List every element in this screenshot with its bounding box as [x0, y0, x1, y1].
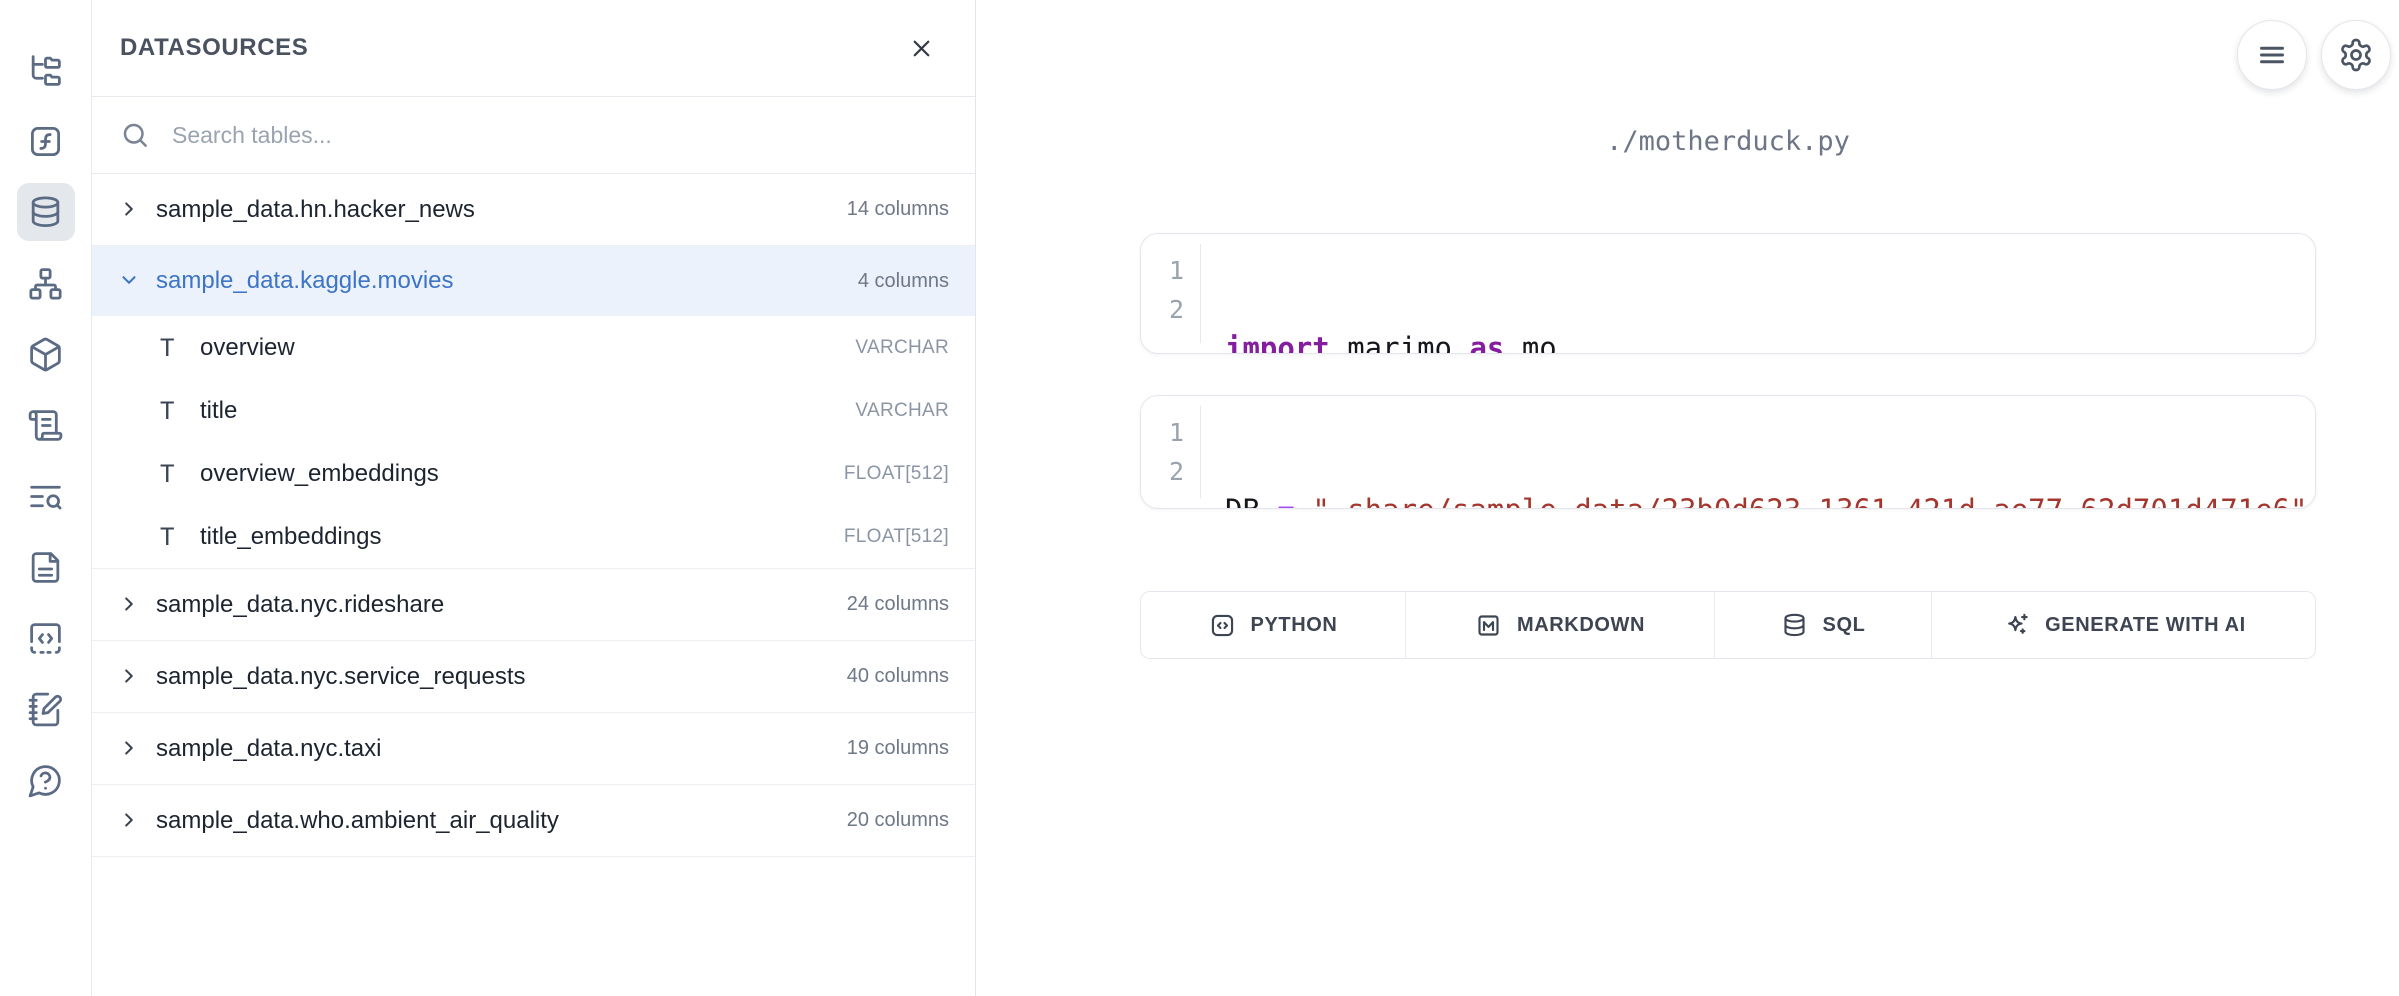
table-column-count: 40 columns: [847, 665, 949, 688]
close-icon[interactable]: [908, 35, 935, 62]
sparkles-icon: [2003, 612, 2030, 639]
panel-title: DATASOURCES: [120, 34, 308, 62]
column-type: VARCHAR: [855, 337, 949, 359]
menu-button[interactable]: [2237, 20, 2307, 90]
panel-header: DATASOURCES: [92, 0, 975, 97]
chevron-right-icon: [118, 737, 142, 761]
package-box-icon[interactable]: [17, 325, 75, 383]
table-name: sample_data.nyc.service_requests: [156, 663, 847, 691]
help-chat-icon[interactable]: [17, 751, 75, 809]
search-icon: [120, 120, 150, 150]
file-tree-icon[interactable]: [17, 41, 75, 99]
table-column-count: 19 columns: [847, 737, 949, 760]
settings-button[interactable]: [2321, 20, 2391, 90]
varchar-type-icon: T: [160, 523, 200, 551]
tables-list: sample_data.hn.hacker_news 14 columns sa…: [92, 174, 975, 857]
column-type: FLOAT[512]: [844, 526, 949, 548]
table-row[interactable]: sample_data.who.ambient_air_quality 20 c…: [92, 785, 975, 857]
table-name: sample_data.nyc.rideshare: [156, 591, 847, 619]
notebook-filename: ./motherduck.py: [1140, 126, 2316, 157]
code-cell: 1 2 DB = "_share/sample_data/23b0d623-13…: [1140, 395, 2316, 509]
text-search-icon[interactable]: [17, 467, 75, 525]
table-row[interactable]: sample_data.nyc.rideshare 24 columns: [92, 569, 975, 641]
code-line: import marimo as mo: [1225, 329, 2315, 354]
add-python-cell-button[interactable]: PYTHON: [1141, 592, 1406, 658]
column-row[interactable]: T overview VARCHAR: [92, 316, 975, 379]
line-numbers: 1 2: [1141, 406, 1201, 498]
varchar-type-icon: T: [160, 397, 200, 425]
document-icon[interactable]: [17, 538, 75, 596]
scratchpad-icon[interactable]: [17, 680, 75, 738]
python-code-icon: [1209, 612, 1236, 639]
column-name: title: [200, 397, 855, 425]
dependency-graph-icon[interactable]: [17, 254, 75, 312]
search-input[interactable]: [170, 121, 947, 150]
chevron-right-icon: [118, 809, 142, 833]
chevron-right-icon: [118, 198, 142, 222]
database-icon[interactable]: [17, 183, 75, 241]
code-snippets-icon[interactable]: [17, 609, 75, 667]
table-column-count: 24 columns: [847, 593, 949, 616]
notebook-editor: ./motherduck.py 1 2 import marimo as mo …: [976, 0, 2399, 996]
function-square-icon[interactable]: [17, 112, 75, 170]
varchar-type-icon: T: [160, 334, 200, 362]
column-name: overview_embeddings: [200, 460, 844, 488]
code-line: DB = "_share/sample_data/23b0d623-1361-4…: [1225, 491, 2315, 509]
table-name: sample_data.who.ambient_air_quality: [156, 807, 847, 835]
varchar-type-icon: T: [160, 460, 200, 488]
column-row[interactable]: T title VARCHAR: [92, 379, 975, 442]
activity-bar: [0, 0, 92, 996]
datasources-panel: DATASOURCES sample_data.hn.hacker_news 1…: [92, 0, 976, 996]
add-markdown-cell-button[interactable]: MARKDOWN: [1406, 592, 1715, 658]
line-numbers: 1 2: [1141, 244, 1201, 343]
column-name: title_embeddings: [200, 523, 844, 551]
logs-scroll-icon[interactable]: [17, 396, 75, 454]
table-row[interactable]: sample_data.hn.hacker_news 14 columns: [92, 174, 975, 246]
table-column-count: 20 columns: [847, 809, 949, 832]
table-name: sample_data.kaggle.movies: [156, 267, 858, 295]
add-sql-cell-button[interactable]: SQL: [1715, 592, 1932, 658]
column-row[interactable]: T overview_embeddings FLOAT[512]: [92, 442, 975, 505]
cell-code[interactable]: DB = "_share/sample_data/23b0d623-1361-4…: [1201, 396, 2315, 508]
search-bar: [92, 97, 975, 174]
table-name: sample_data.hn.hacker_news: [156, 196, 847, 224]
table-name: sample_data.nyc.taxi: [156, 735, 847, 763]
table-column-count: 4 columns: [858, 270, 949, 293]
chevron-right-icon: [118, 665, 142, 689]
column-type: FLOAT[512]: [844, 463, 949, 485]
table-columns-group: T overview VARCHAR T title VARCHAR T ove…: [92, 316, 975, 569]
table-row-selected[interactable]: sample_data.kaggle.movies 4 columns: [92, 246, 975, 316]
cell-code[interactable]: import marimo as mo import duckdb: [1201, 234, 2315, 353]
chevron-right-icon: [118, 593, 142, 617]
chevron-down-icon: [118, 269, 142, 293]
column-row[interactable]: T title_embeddings FLOAT[512]: [92, 505, 975, 568]
generate-with-ai-button[interactable]: GENERATE WITH AI: [1932, 592, 2316, 658]
hamburger-menu-icon: [2254, 37, 2290, 73]
database-icon: [1781, 612, 1808, 639]
table-row[interactable]: sample_data.nyc.service_requests 40 colu…: [92, 641, 975, 713]
add-cell-bar: PYTHON MARKDOWN SQL GENERATE WITH AI: [1140, 591, 2316, 659]
column-name: overview: [200, 334, 855, 362]
markdown-icon: [1475, 612, 1502, 639]
table-row[interactable]: sample_data.nyc.taxi 19 columns: [92, 713, 975, 785]
column-type: VARCHAR: [855, 400, 949, 422]
table-column-count: 14 columns: [847, 198, 949, 221]
code-cell: 1 2 import marimo as mo import duckdb: [1140, 233, 2316, 354]
gear-icon: [2338, 37, 2374, 73]
